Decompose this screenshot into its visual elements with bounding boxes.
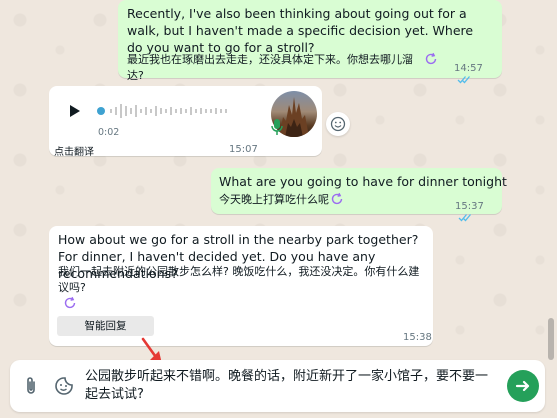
reaction-button[interactable] <box>326 112 350 136</box>
send-icon <box>515 380 530 392</box>
chat-scrollbar[interactable] <box>548 318 554 360</box>
incoming-voice-message[interactable]: 0:02 点击翻译 15:07 <box>49 86 322 158</box>
voice-waveform[interactable] <box>96 101 246 121</box>
read-ticks-icon <box>457 75 470 83</box>
play-icon[interactable] <box>69 104 81 118</box>
read-ticks-icon <box>458 213 471 221</box>
message-time: 15:37 <box>455 201 502 223</box>
emoji-icon <box>330 116 346 132</box>
message-text: What are you going to have for dinner to… <box>219 174 507 189</box>
translate-label[interactable]: 点击翻译 <box>54 143 94 158</box>
message-time: 14:57 <box>454 63 502 85</box>
microphone-icon <box>271 119 283 135</box>
message-translation: 今天晚上打算吃什么呢 <box>219 193 329 206</box>
message-text: Recently, I've also been thinking about … <box>127 6 474 55</box>
waveform-icon <box>97 104 227 118</box>
message-time: 15:38 <box>403 332 432 343</box>
attach-icon[interactable] <box>24 376 38 396</box>
message-input[interactable]: 公园散步听起来不错啊。晚餐的话，附近新开了一家小馆子，要不要一起去试试? <box>85 368 495 404</box>
message-time: 15:07 <box>229 144 258 155</box>
message-translation: 我们一起去附近的公园散步怎么样? 晚饭吃什么，我还没决定。你有什么建议吗? <box>58 265 420 294</box>
time-text: 15:37 <box>455 201 484 212</box>
sticker-icon[interactable] <box>54 376 74 396</box>
retranslate-icon[interactable] <box>330 192 344 206</box>
smart-reply-button[interactable]: 智能回复 <box>57 316 154 336</box>
outgoing-message-2[interactable]: What are you going to have for dinner to… <box>211 168 507 221</box>
time-text: 14:57 <box>454 63 483 74</box>
voice-duration: 0:02 <box>98 127 120 138</box>
message-composer: 公园散步听起来不错啊。晚餐的话，附近新开了一家小馆子，要不要一起去试试? <box>10 360 545 412</box>
outgoing-message-1[interactable]: Recently, I've also been thinking about … <box>118 0 502 83</box>
send-button[interactable] <box>507 370 539 402</box>
retranslate-icon[interactable] <box>424 52 438 66</box>
retranslate-icon[interactable] <box>63 296 77 310</box>
message-translation: 最近我也在琢磨出去走走，还没具体定下来。你想去哪儿溜达? <box>127 53 413 82</box>
